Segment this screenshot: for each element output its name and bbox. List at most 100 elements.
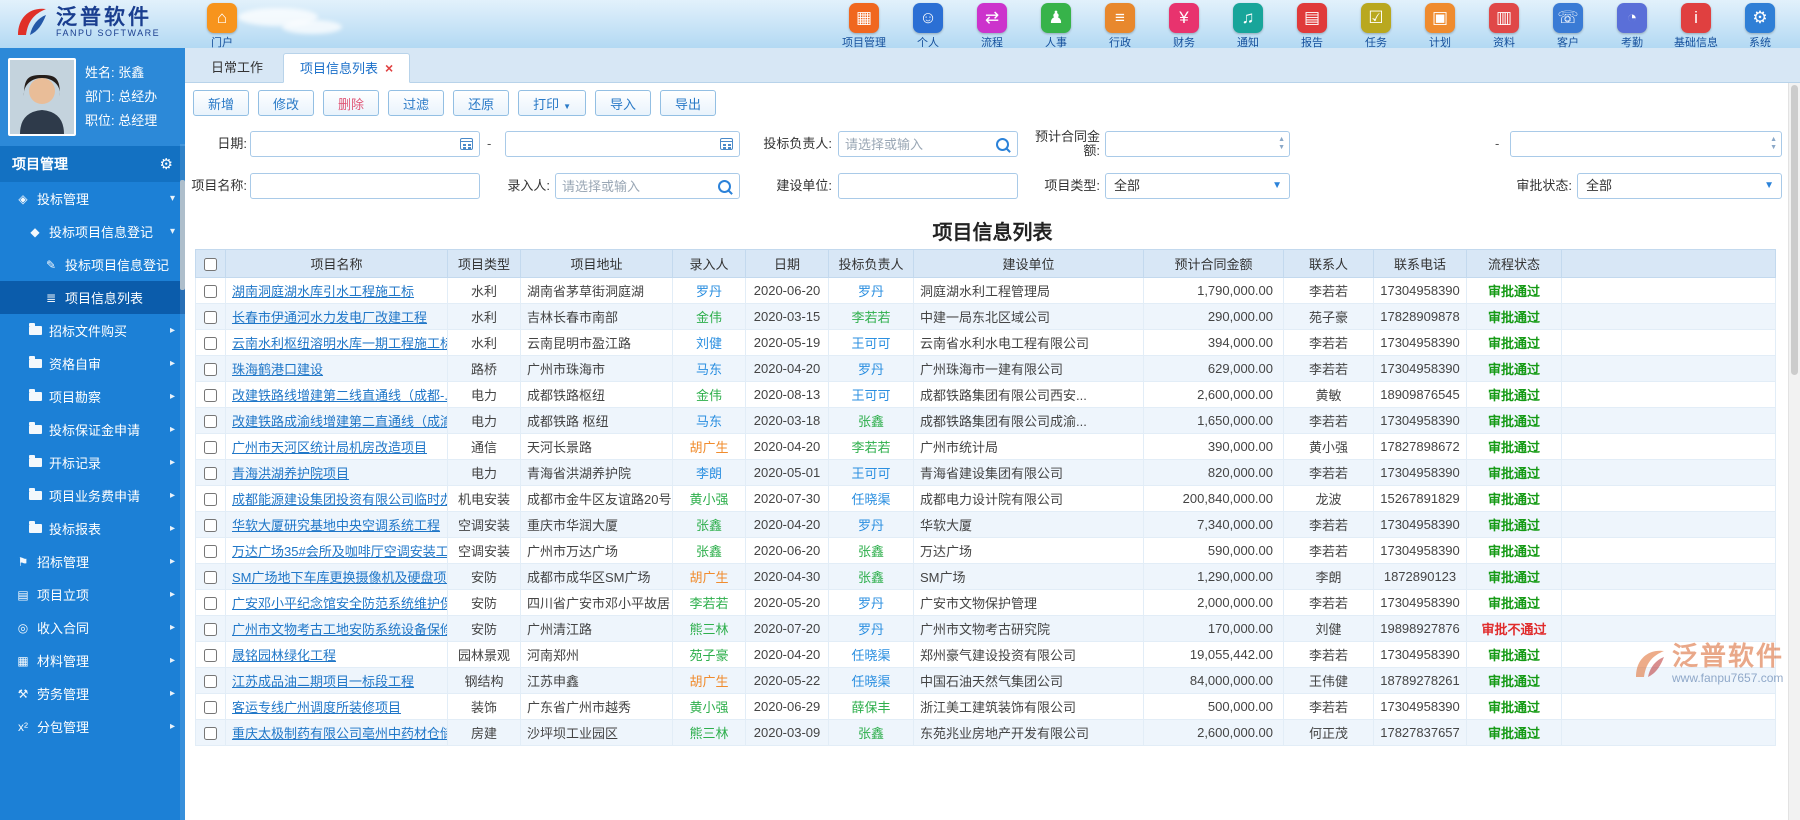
import-button[interactable]: 导入 [595,90,652,116]
date-to-input[interactable] [505,131,740,157]
project-name-link[interactable]: 湖南洞庭湖水库引水工程施工标 [232,284,414,299]
entry-person-link[interactable]: 罗丹 [696,284,722,299]
bid-leader-field[interactable] [839,132,1017,156]
sidebar-item-subcontract-management[interactable]: x² 分包管理 ▸ [0,710,185,743]
row-checkbox[interactable] [204,545,217,559]
row-checkbox[interactable] [204,337,217,351]
portal-button[interactable]: ⌂ 门户 [198,3,246,48]
app-documents[interactable]: ▥ 资料 [1472,3,1536,48]
entry-person-link[interactable]: 张鑫 [696,518,722,533]
bid-leader-link[interactable]: 罗丹 [858,518,884,533]
row-checkbox[interactable] [204,701,217,715]
filter-button[interactable]: 过滤 [388,90,445,116]
entry-person-link[interactable]: 马东 [696,414,722,429]
row-checkbox[interactable] [204,285,217,299]
entry-person-link[interactable]: 胡广生 [689,570,728,585]
vertical-scrollbar[interactable] [1788,83,1800,820]
project-name-link[interactable]: 广安邓小平纪念馆安全防范系统维护保... [232,596,447,611]
row-checkbox[interactable] [204,519,217,533]
sidebar-item-bid-project-info-register-entry[interactable]: ✎ 投标项目信息登记 [0,248,185,281]
build-unit-field[interactable] [839,174,1017,198]
entry-person-link[interactable]: 马东 [696,362,722,377]
entry-person-link[interactable]: 李朗 [696,466,722,481]
project-name-link[interactable]: SM广场地下车库更换摄像机及硬盘项目 [232,570,447,585]
bid-leader-link[interactable]: 任晓渠 [851,492,890,507]
sidebar-item-material-management[interactable]: ▦ 材料管理 ▸ [0,644,185,677]
spinner-icon[interactable]: ▲ ▼ [1278,136,1285,152]
calendar-icon[interactable] [460,138,473,150]
row-checkbox[interactable] [204,389,217,403]
project-name-link[interactable]: 晟铭园林绿化工程 [232,648,336,663]
entry-person-link[interactable]: 熊三林 [689,622,728,637]
sidebar-item-project-business-fee[interactable]: 项目业务费申请 ▸ [0,479,185,512]
bid-leader-link[interactable]: 李若若 [851,440,890,455]
row-checkbox[interactable] [204,623,217,637]
amount-min-input[interactable]: ▲ ▼ [1105,131,1290,157]
tab-project-info-list[interactable]: 项目信息列表 × [283,53,411,83]
project-name-link[interactable]: 珠海鹤港口建设 [232,362,323,377]
row-checkbox[interactable] [204,467,217,481]
bid-leader-link[interactable]: 张鑫 [858,544,884,559]
project-name-link[interactable]: 成都能源建设集团投资有限公司临时办... [232,492,447,507]
entry-person-input[interactable] [555,173,740,199]
row-checkbox[interactable] [204,675,217,689]
app-customer[interactable]: ☏ 客户 [1536,3,1600,48]
sidebar-item-bid-management[interactable]: ◈ 投标管理 ▾ [0,182,185,215]
app-personal[interactable]: ☺ 个人 [896,3,960,48]
bid-leader-input[interactable] [838,131,1018,157]
project-name-link[interactable]: 客运专线广州调度所装修项目 [232,700,401,715]
app-project-management[interactable]: ▦ 项目管理 [832,3,896,48]
add-button[interactable]: 新增 [193,90,250,116]
entry-person-link[interactable]: 金伟 [696,388,722,403]
bid-leader-link[interactable]: 薛保丰 [851,700,890,715]
app-task[interactable]: ☑ 任务 [1344,3,1408,48]
project-name-link[interactable]: 青海洪湖养护院项目 [232,466,349,481]
project-name-link[interactable]: 改建铁路线增建第二线直通线（成都-... [232,388,447,403]
project-name-input[interactable] [250,173,480,199]
project-name-link[interactable]: 云南水利枢纽溶明水库一期工程施工标 [232,336,447,351]
vertical-scrollbar-thumb[interactable] [1791,85,1798,375]
build-unit-input[interactable] [838,173,1018,199]
row-checkbox[interactable] [204,493,217,507]
bid-leader-link[interactable]: 王可可 [851,336,890,351]
row-checkbox[interactable] [204,727,217,741]
bid-leader-link[interactable]: 李若若 [851,310,890,325]
bid-leader-link[interactable]: 罗丹 [858,362,884,377]
app-finance[interactable]: ¥ 财务 [1152,3,1216,48]
sidebar-item-tender-management[interactable]: ⚑ 招标管理 ▸ [0,545,185,578]
delete-button[interactable]: 删除 [323,90,380,116]
bid-leader-link[interactable]: 张鑫 [858,414,884,429]
app-hr[interactable]: ♟ 人事 [1024,3,1088,48]
sidebar-item-bid-report[interactable]: 投标报表 ▸ [0,512,185,545]
entry-person-link[interactable]: 李若若 [689,596,728,611]
amount-max-input[interactable]: ▲ ▼ [1510,131,1782,157]
bid-leader-link[interactable]: 王可可 [851,466,890,481]
app-notification[interactable]: ♫ 通知 [1216,3,1280,48]
calendar-icon[interactable] [720,138,733,150]
select-all-checkbox[interactable] [204,258,217,272]
approval-status-select[interactable]: 全部 ▼ [1577,173,1782,199]
project-name-link[interactable]: 江苏成品油二期项目一标段工程 [232,674,414,689]
app-administration[interactable]: ≡ 行政 [1088,3,1152,48]
amount-max-field[interactable] [1511,132,1781,156]
amount-min-field[interactable] [1106,132,1289,156]
row-checkbox[interactable] [204,649,217,663]
bid-leader-link[interactable]: 张鑫 [858,570,884,585]
entry-person-link[interactable]: 胡广生 [689,440,728,455]
sidebar-item-project-survey[interactable]: 项目勘察 ▸ [0,380,185,413]
sidebar-item-bid-opening-record[interactable]: 开标记录 ▸ [0,446,185,479]
bid-leader-link[interactable]: 任晓渠 [851,674,890,689]
bid-leader-link[interactable]: 任晓渠 [851,648,890,663]
row-checkbox[interactable] [204,363,217,377]
search-icon[interactable] [718,180,731,193]
gear-icon[interactable]: ⚙ [160,155,173,173]
tab-daily-work[interactable]: 日常工作 [195,54,279,82]
entry-person-link[interactable]: 熊三林 [689,726,728,741]
app-attendance[interactable]: ◔ 考勤 [1600,3,1664,48]
entry-person-link[interactable]: 张鑫 [696,544,722,559]
entry-person-link[interactable]: 黄小强 [689,492,728,507]
app-workflow[interactable]: ⇄ 流程 [960,3,1024,48]
app-report[interactable]: ▤ 报告 [1280,3,1344,48]
date-from-input[interactable] [250,131,480,157]
entry-person-link[interactable]: 苑子豪 [689,648,728,663]
